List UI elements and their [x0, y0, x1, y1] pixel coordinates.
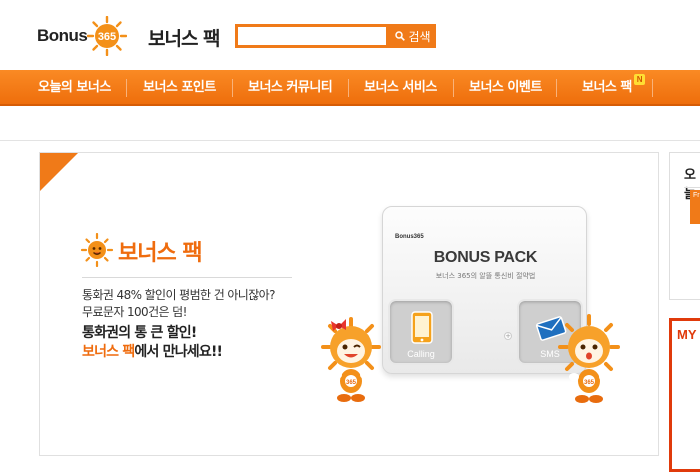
nav-item-bonus-community[interactable]: 보너스 커뮤니티 — [248, 70, 333, 106]
mascot-girl-icon: 365 — [321, 317, 381, 402]
new-badge: N — [633, 74, 645, 85]
today-panel: 오늘 Fr — [669, 152, 700, 300]
sun-icon — [80, 233, 114, 267]
corner-accent — [40, 153, 78, 191]
nav-divider — [556, 79, 557, 97]
banner-title: 보너스 팩 — [118, 241, 203, 266]
search-button-label: 검색 — [408, 29, 431, 44]
mascot-badge: 365 — [584, 380, 595, 386]
nav-divider — [232, 79, 233, 97]
nav-item-bonus-service[interactable]: 보너스 서비스 — [364, 70, 437, 106]
phone-icon — [411, 311, 433, 344]
nav-item-today-bonus[interactable]: 오늘의 보너스 — [38, 70, 111, 106]
search-input[interactable] — [238, 27, 386, 45]
banner-highlight: 보너스 팩 — [82, 344, 135, 360]
header: Bonus 365 보너스 팩 검색 — [0, 0, 700, 70]
banner-text-1: 통화권 48% 할인이 평범한 건 아니잖아? — [82, 288, 275, 302]
nav-item-bonus-event[interactable]: 보너스 이벤트 — [469, 70, 542, 106]
plus-icon: + — [504, 332, 512, 340]
logo-text: Bonus — [37, 26, 88, 45]
bonus-pack-banner[interactable]: 보너스 팩 통화권 48% 할인이 평범한 건 아니잖아? 무료문자 100건은… — [39, 152, 659, 456]
banner-text-2: 무료문자 100건은 덤! — [82, 305, 187, 319]
pack-subtitle: 보너스 365의 알뜰 통신비 절약법 — [435, 272, 536, 280]
banner-headline-2: 보너스 팩에서 만나세요!! — [82, 341, 223, 361]
banner-divider — [82, 277, 292, 278]
nav-divider — [652, 79, 653, 97]
search-button[interactable]: 검색 — [390, 24, 436, 48]
nav-item-label: 보너스 팩 — [582, 80, 632, 95]
main-nav: 오늘의 보너스 보너스 포인트 보너스 커뮤니티 보너스 서비스 보너스 이벤트… — [0, 70, 700, 106]
nav-divider — [126, 79, 127, 97]
tile-label: Calling — [407, 349, 435, 359]
calling-tile: Calling — [388, 299, 454, 365]
logo-badge: 365 — [98, 31, 116, 43]
sun-logo-icon: 365 — [87, 16, 127, 56]
search-box: 검색 — [235, 24, 436, 48]
banner-headline-rest: 에서 만나세요!! — [134, 344, 223, 360]
bonus365-logo[interactable]: Bonus 365 — [36, 14, 136, 58]
nav-item-bonus-pack[interactable]: 보너스 팩N — [582, 70, 645, 106]
banner-headline-1: 통화권의 통 큰 할인! — [82, 325, 197, 341]
nav-divider — [453, 79, 454, 97]
my-panel-label[interactable]: MY — [677, 327, 697, 342]
page-title: 보너스 팩 — [148, 28, 221, 50]
today-panel-tab[interactable]: Fr — [690, 190, 700, 224]
mascot-boy-icon: 365 — [558, 314, 620, 403]
my-panel: MY — [669, 318, 700, 472]
today-panel-divider — [684, 187, 700, 188]
sub-divider — [0, 140, 700, 141]
nav-item-bonus-point[interactable]: 보너스 포인트 — [143, 70, 216, 106]
search-icon — [395, 31, 406, 41]
pack-logo: Bonus365 — [395, 234, 424, 240]
nav-divider — [348, 79, 349, 97]
pack-title: BONUS PACK — [433, 249, 538, 266]
mascot-badge: 365 — [346, 380, 357, 386]
